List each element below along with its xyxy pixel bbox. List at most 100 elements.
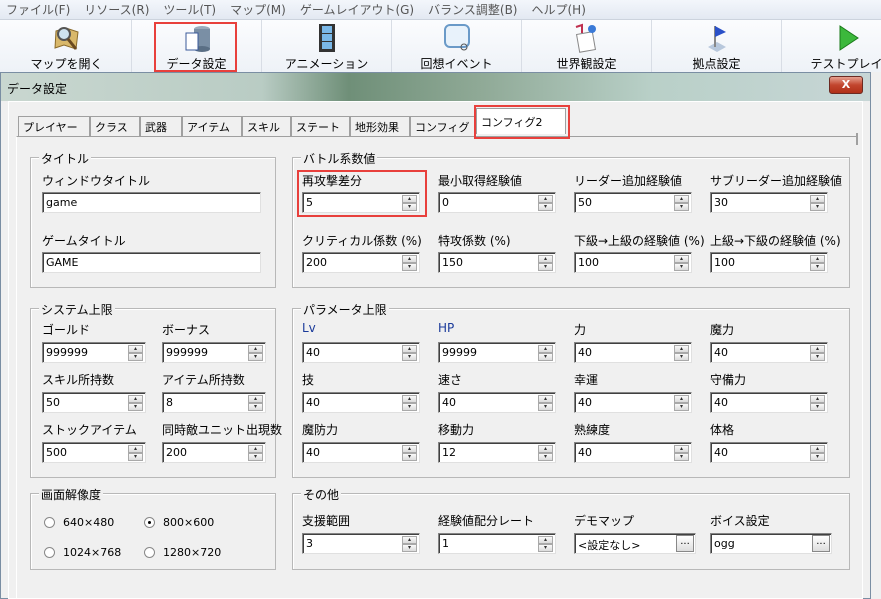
number-spinner[interactable]: 40 ▴ ▾ [574,392,692,413]
spin-down-icon[interactable]: ▾ [810,263,825,271]
spin-buttons[interactable]: ▴ ▾ [402,255,417,271]
spin-up-icon[interactable]: ▴ [538,536,553,544]
spin-buttons[interactable]: ▴ ▾ [538,536,553,552]
number-spinner[interactable]: 999999 ▴ ▾ [162,342,266,363]
number-spinner[interactable]: 3 ▴ ▾ [302,533,420,554]
field-value[interactable]: 150 [442,256,463,269]
field-value[interactable]: game [46,196,77,209]
spin-up-icon[interactable]: ▴ [128,345,143,353]
field-value[interactable]: 999999 [166,346,208,359]
spin-up-icon[interactable]: ▴ [810,255,825,263]
spin-down-icon[interactable]: ▾ [248,403,263,411]
number-spinner[interactable]: 100 ▴ ▾ [574,252,692,273]
number-spinner[interactable]: 200 ▴ ▾ [302,252,420,273]
field-value[interactable]: 50 [46,396,60,409]
field-value[interactable]: 999999 [46,346,88,359]
number-spinner[interactable]: 40 ▴ ▾ [438,392,556,413]
number-spinner[interactable]: 50 ▴ ▾ [574,192,692,213]
spin-up-icon[interactable]: ▴ [810,195,825,203]
number-spinner[interactable]: 999999 ▴ ▾ [42,342,146,363]
spin-up-icon[interactable]: ▴ [248,345,263,353]
resolution-radio[interactable]: 800×600 [144,516,214,529]
field-value[interactable]: 40 [578,396,592,409]
radio-button[interactable] [144,547,155,558]
spin-down-icon[interactable]: ▾ [538,453,553,461]
field-value[interactable]: GAME [46,256,79,269]
tab-2[interactable]: 武器 [140,116,182,136]
spin-buttons[interactable]: ▴ ▾ [674,395,689,411]
spin-down-icon[interactable]: ▾ [128,353,143,361]
tab-4[interactable]: スキル [242,116,291,136]
spin-down-icon[interactable]: ▾ [538,544,553,552]
field-value[interactable]: <設定なし> [578,537,640,553]
spin-up-icon[interactable]: ▴ [538,255,553,263]
radio-button[interactable] [44,517,55,528]
spin-up-icon[interactable]: ▴ [674,255,689,263]
spin-buttons[interactable]: ▴ ▾ [128,345,143,361]
menu-item[interactable]: ゲームレイアウト(G) [300,1,414,18]
spin-up-icon[interactable]: ▴ [674,395,689,403]
spin-buttons[interactable]: ▴ ▾ [810,255,825,271]
spin-up-icon[interactable]: ▴ [402,345,417,353]
number-spinner[interactable]: 40 ▴ ▾ [710,392,828,413]
resolution-radio[interactable]: 1280×720 [144,546,221,559]
tab-7[interactable]: コンフィグ [410,116,476,136]
field-value[interactable]: 3 [306,537,313,550]
resolution-radio[interactable]: 1024×768 [44,546,121,559]
field-value[interactable]: 99999 [442,346,477,359]
number-spinner[interactable]: 5 ▴ ▾ [302,192,420,213]
spin-buttons[interactable]: ▴ ▾ [538,445,553,461]
tab-0[interactable]: プレイヤー [18,116,90,136]
spin-up-icon[interactable]: ▴ [810,445,825,453]
field-value[interactable]: 5 [306,196,313,209]
spin-up-icon[interactable]: ▴ [248,445,263,453]
number-spinner[interactable]: 8 ▴ ▾ [162,392,266,413]
field-value[interactable]: 40 [714,346,728,359]
spin-up-icon[interactable]: ▴ [674,345,689,353]
spin-down-icon[interactable]: ▾ [674,263,689,271]
field-value[interactable]: 40 [442,396,456,409]
spin-buttons[interactable]: ▴ ▾ [810,345,825,361]
number-spinner[interactable]: 30 ▴ ▾ [710,192,828,213]
menu-item[interactable]: ツール(T) [163,1,216,18]
tab-1[interactable]: クラス [90,116,140,136]
number-spinner[interactable]: 150 ▴ ▾ [438,252,556,273]
spin-down-icon[interactable]: ▾ [248,353,263,361]
spin-down-icon[interactable]: ▾ [810,203,825,211]
spin-down-icon[interactable]: ▾ [402,453,417,461]
menu-item[interactable]: マップ(M) [230,1,286,18]
number-spinner[interactable]: 40 ▴ ▾ [302,342,420,363]
field-value[interactable]: 8 [166,396,173,409]
spin-down-icon[interactable]: ▾ [402,203,417,211]
spin-down-icon[interactable]: ▾ [402,403,417,411]
spin-up-icon[interactable]: ▴ [674,195,689,203]
spin-buttons[interactable]: ▴ ▾ [128,395,143,411]
resolution-radio[interactable]: 640×480 [44,516,114,529]
number-spinner[interactable]: 200 ▴ ▾ [162,442,266,463]
menu-item[interactable]: リソース(R) [84,1,149,18]
browse-field[interactable]: <設定なし>... [574,533,696,554]
spin-buttons[interactable]: ▴ ▾ [674,345,689,361]
spin-buttons[interactable]: ▴ ▾ [402,195,417,211]
field-value[interactable]: 100 [714,256,735,269]
spin-up-icon[interactable]: ▴ [538,345,553,353]
number-spinner[interactable]: 40 ▴ ▾ [302,442,420,463]
menu-item[interactable]: バランス調整(B) [428,1,517,18]
spin-buttons[interactable]: ▴ ▾ [402,345,417,361]
toolbar-button-database[interactable]: データ設定 [132,20,262,72]
number-spinner[interactable]: 40 ▴ ▾ [574,342,692,363]
spin-buttons[interactable]: ▴ ▾ [248,395,263,411]
field-value[interactable]: 500 [46,446,67,459]
spin-down-icon[interactable]: ▾ [538,263,553,271]
spin-up-icon[interactable]: ▴ [538,395,553,403]
number-spinner[interactable]: 40 ▴ ▾ [302,392,420,413]
field-value[interactable]: 40 [306,396,320,409]
field-value[interactable]: 100 [578,256,599,269]
toolbar-button-play[interactable]: テストプレイ [782,20,881,72]
tab-5[interactable]: ステート [291,116,350,136]
spin-buttons[interactable]: ▴ ▾ [248,345,263,361]
number-spinner[interactable]: 40 ▴ ▾ [574,442,692,463]
field-value[interactable]: 200 [166,446,187,459]
field-value[interactable]: 12 [442,446,456,459]
spin-buttons[interactable]: ▴ ▾ [128,445,143,461]
